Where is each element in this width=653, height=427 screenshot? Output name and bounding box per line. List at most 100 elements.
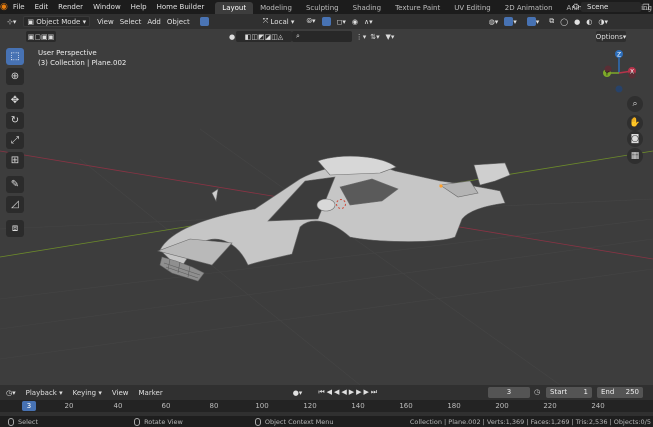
solid-shading-icon[interactable]: ●: [571, 16, 583, 27]
scale-tool-icon[interactable]: ⤢: [6, 132, 24, 149]
tab-layout[interactable]: Layout: [215, 2, 254, 14]
zoom-icon[interactable]: ⌕: [627, 96, 643, 112]
measure-tool-icon[interactable]: ◿: [6, 196, 24, 213]
playback-controls[interactable]: ⏮◀◀◀▶▶▶⏭: [313, 388, 384, 397]
menu-file[interactable]: File: [8, 0, 30, 14]
transform-orientation-dropdown[interactable]: ⤧ Local ▾: [260, 16, 298, 27]
wireframe-shading-icon[interactable]: ◯: [557, 16, 571, 27]
start-value: 1: [583, 388, 588, 396]
ruler-tick: 60: [161, 402, 171, 410]
material-shading-icon[interactable]: ◐: [583, 16, 595, 27]
falloff-icon[interactable]: ∧▾: [361, 16, 376, 27]
menu-object[interactable]: Object: [164, 16, 193, 27]
end-frame-field[interactable]: End 250: [597, 387, 643, 398]
list-options-icon[interactable]: ⋮▾: [356, 31, 367, 42]
start-label: Start: [550, 388, 568, 396]
select-box-tool-icon[interactable]: ⬚: [6, 48, 24, 65]
gizmo-x-label: X: [630, 69, 634, 76]
mode-dropdown[interactable]: ▣ Object Mode ▾: [23, 16, 91, 27]
frame-ruler[interactable]: 3 20 40 60 80 100 120 140 160 180 200 22…: [0, 400, 653, 412]
keying-label: Keying: [72, 388, 97, 397]
navigation-gizmo[interactable]: Z Y X: [596, 48, 646, 98]
gizmo-y-label: Y: [604, 71, 609, 78]
status-select: Select: [8, 417, 38, 426]
end-value: 250: [625, 388, 639, 396]
preview-range-icon[interactable]: ◷: [534, 387, 544, 398]
scene-name-field[interactable]: Scene: [581, 2, 641, 12]
menu-add[interactable]: Add: [144, 16, 164, 27]
menu-edit[interactable]: Edit: [30, 0, 54, 14]
addon-icon[interactable]: [197, 16, 212, 27]
copy-icon[interactable]: ❐: [641, 3, 651, 12]
tab-texture-paint[interactable]: Texture Paint: [388, 2, 447, 14]
annotate-tool-icon[interactable]: ✎: [6, 176, 24, 193]
overlay-toggle-icon[interactable]: ▾: [524, 16, 543, 27]
move-tool-icon[interactable]: ✥: [6, 92, 24, 109]
viewport-tools-icons[interactable]: ◧◫◩◪◫◬: [236, 31, 292, 42]
menu-keying[interactable]: Keying ▾: [68, 389, 107, 397]
select-mode-buttons[interactable]: ▣▢▣▣: [26, 31, 56, 42]
menu-render[interactable]: Render: [53, 0, 88, 14]
rotate-tool-icon[interactable]: ↻: [6, 112, 24, 129]
sort-icon[interactable]: ⇅▾: [370, 31, 380, 42]
search-input[interactable]: ⌕: [292, 31, 352, 42]
visibility-icon[interactable]: ◍▾: [486, 16, 502, 27]
ruler-tick: 220: [543, 402, 557, 410]
proportional-edit-icon[interactable]: ◉: [349, 16, 361, 27]
rendered-shading-icon[interactable]: ◑▾: [595, 16, 611, 27]
record-button[interactable]: ●▾: [288, 389, 308, 397]
menu-home-builder[interactable]: Home Builder: [152, 0, 210, 14]
playback-label: Playback: [25, 388, 57, 397]
gizmo-z-label: Z: [617, 52, 621, 59]
tab-sculpting[interactable]: Sculpting: [299, 2, 346, 14]
menu-help[interactable]: Help: [126, 0, 152, 14]
blender-logo-icon[interactable]: ◉: [0, 0, 8, 14]
scene-selector: ⛭ Scene ❐ ✕: [571, 2, 653, 12]
add-cube-tool-icon[interactable]: ⧈: [6, 220, 24, 237]
menu-select[interactable]: Select: [117, 16, 145, 27]
viewport-header: ⊹▾ ▣ Object Mode ▾ View Select Add Objec…: [0, 14, 653, 29]
menu-timeline-view[interactable]: View: [107, 389, 134, 397]
tab-modeling[interactable]: Modeling: [253, 2, 299, 14]
perspective-grid-icon[interactable]: ▦: [627, 148, 643, 164]
ruler-tick: 100: [255, 402, 269, 410]
ruler-tick: 120: [303, 402, 317, 410]
3d-viewport[interactable]: User Perspective (3) Collection | Plane.…: [0, 29, 653, 385]
status-rotate: Rotate View: [134, 417, 183, 426]
tool-header: ▣▢▣▣ ● ◧◫◩◪◫◬ ⌕ ⋮▾ ⇅▾ ▼▾ Options ▾: [0, 29, 653, 44]
menu-playback[interactable]: Playback ▾: [21, 389, 68, 397]
camera-icon[interactable]: ◙: [627, 131, 643, 147]
xray-icon[interactable]: ⧉: [546, 16, 557, 27]
menu-window[interactable]: Window: [88, 0, 126, 14]
playhead-frame[interactable]: 3: [22, 401, 36, 411]
tab-uv-editing[interactable]: UV Editing: [447, 2, 498, 14]
view-name-label: User Perspective: [38, 49, 97, 57]
ruler-tick: 140: [351, 402, 365, 410]
status-context-label: Object Context Menu: [264, 417, 334, 426]
pan-hand-icon[interactable]: ✋: [627, 115, 643, 131]
tab-2d-animation[interactable]: 2D Animation: [498, 2, 560, 14]
current-frame-field[interactable]: 3: [488, 387, 530, 398]
material-preview-icon[interactable]: ●: [228, 31, 236, 42]
options-dropdown[interactable]: Options ▾: [596, 31, 626, 42]
snap-target-icon[interactable]: ◻▾: [334, 16, 349, 27]
scene-statistics: Collection | Plane.002 | Verts:1,369 | F…: [409, 417, 651, 426]
cursor-tool-icon[interactable]: ⊕: [6, 68, 24, 85]
timeline-editor-icon[interactable]: ◷▾: [0, 389, 21, 397]
options-label: Options: [595, 32, 623, 41]
editor-type-icon[interactable]: ⊹▾: [4, 16, 19, 27]
menu-marker[interactable]: Marker: [134, 389, 168, 397]
transform-tool-icon[interactable]: ⊞: [6, 152, 24, 169]
gizmo-toggle-icon[interactable]: ▾: [501, 16, 520, 27]
ruler-tick: 180: [447, 402, 461, 410]
pivot-point-icon[interactable]: ⦾▾: [303, 16, 318, 27]
status-bar: Select Rotate View Object Context Menu C…: [0, 416, 653, 427]
filter-icon[interactable]: ▼▾: [384, 31, 396, 42]
tab-shading[interactable]: Shading: [346, 2, 388, 14]
menu-view[interactable]: View: [94, 16, 117, 27]
orientation-label: Local: [270, 17, 289, 26]
snap-icon[interactable]: [319, 16, 334, 27]
scene-icon[interactable]: ⛭: [571, 2, 581, 12]
start-frame-field[interactable]: Start 1: [546, 387, 592, 398]
ruler-tick: 20: [64, 402, 74, 410]
